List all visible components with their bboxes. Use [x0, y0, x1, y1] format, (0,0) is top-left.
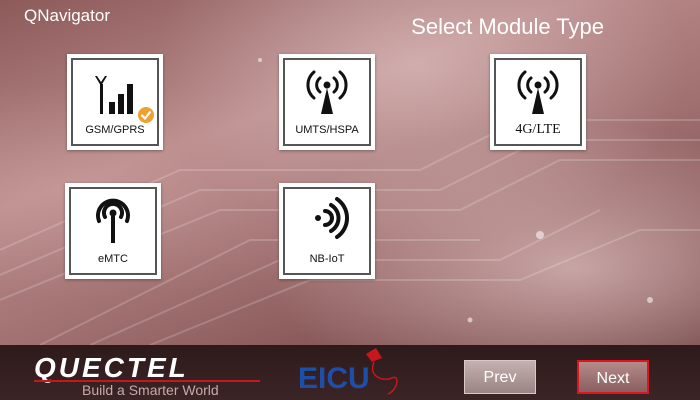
radio-tower-icon	[306, 70, 348, 114]
background	[0, 0, 700, 345]
partner-text: EICU	[298, 362, 370, 395]
antenna-icon	[96, 198, 130, 243]
signal-bars-icon	[95, 76, 133, 114]
quectel-logo: QUECTEL Build a Smarter World	[34, 352, 260, 398]
nfc-waves-icon	[315, 197, 350, 239]
page-heading: Select Module Type	[411, 14, 604, 39]
module-label: 4G/LTE	[515, 122, 561, 137]
tagline-text: Build a Smarter World	[82, 382, 219, 398]
module-tile-4g-lte[interactable]: 4G/LTE	[490, 54, 586, 150]
brand-text: QUECTEL	[34, 352, 189, 383]
prev-button[interactable]: Prev	[464, 360, 536, 394]
selected-check-icon	[138, 107, 154, 123]
module-tile-emtc[interactable]: eMTC	[65, 183, 161, 279]
app-title: QNavigator	[24, 6, 110, 25]
module-label: NB-IoT	[309, 253, 345, 265]
module-label: eMTC	[98, 253, 128, 265]
module-tile-umts-hspa[interactable]: UMTS/HSPA	[279, 54, 375, 150]
circuit-decoration	[0, 58, 700, 345]
radio-tower-icon	[517, 70, 559, 114]
next-button[interactable]: Next	[577, 360, 649, 394]
eicu-logo: EICU	[298, 348, 398, 395]
module-tile-nb-iot[interactable]: NB-IoT	[279, 183, 375, 279]
module-label: GSM/GPRS	[85, 124, 145, 136]
module-tile-gsm-gprs[interactable]: GSM/GPRS	[67, 54, 163, 150]
module-label: UMTS/HSPA	[295, 124, 359, 136]
